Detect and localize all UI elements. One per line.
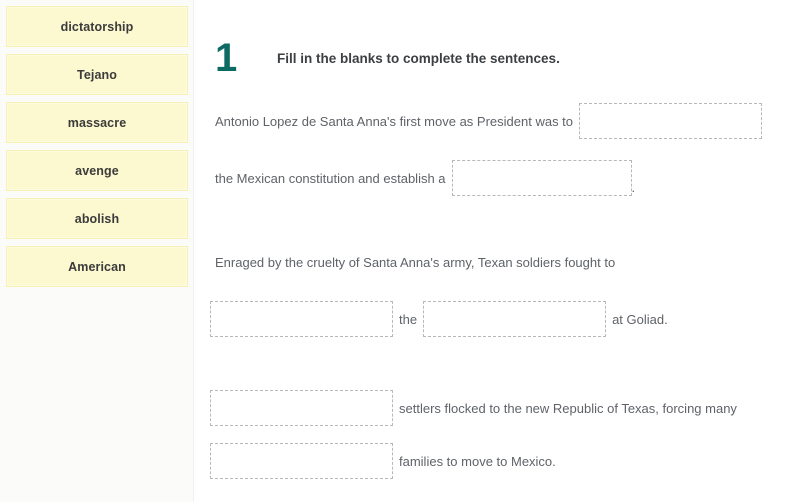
question-content-pane: 1 Fill in the blanks to complete the sen… [195,0,800,502]
word-tile-label: abolish [74,211,120,226]
blank-input-4[interactable] [423,301,607,337]
word-tile-abolish[interactable]: abolish [6,198,188,239]
sentence-1-line-1: Antonio Lopez de Santa Anna's first move… [215,103,763,139]
word-tile-label: American [68,259,126,274]
sentence-text-2: the Mexican constitution and establish a [215,170,446,186]
question-header: 1 Fill in the blanks to complete the sen… [215,38,560,78]
blank-input-1[interactable] [579,103,763,139]
sentence-3-line-2: families to move to Mexico. [210,443,556,479]
sentence-text-1: Antonio Lopez de Santa Anna's first move… [215,113,574,129]
sentence-2-line-1: Enraged by the cruelty of Santa Anna's a… [215,256,615,269]
question-prompt: Fill in the blanks to complete the sente… [277,50,560,66]
word-tile-label: avenge [75,163,119,178]
sentence-1-line-2: the Mexican constitution and establish a… [215,160,635,196]
word-bank-panel: dictatorship Tejano massacre avenge abol… [0,0,194,502]
word-tile-avenge[interactable]: avenge [6,150,188,191]
sentence-text-4a: the [399,311,418,327]
word-tile-label: dictatorship [60,19,134,34]
sentence-2-line-2: the at Goliad. [210,301,668,337]
blank-input-6[interactable] [210,443,393,479]
sentence-3-line-1: settlers flocked to the new Republic of … [210,390,737,426]
word-tile-tejano[interactable]: Tejano [6,54,188,95]
sentence-text-6: families to move to Mexico. [399,453,556,469]
blank-input-2[interactable] [451,160,632,196]
sentence-period-2: . [631,180,636,195]
word-tile-american[interactable]: American [6,246,188,287]
sentence-text-4b: at Goliad. [612,311,668,327]
word-tile-dictatorship[interactable]: dictatorship [6,6,188,47]
sentence-text-5: settlers flocked to the new Republic of … [399,400,737,416]
sentence-text-3: Enraged by the cruelty of Santa Anna's a… [215,255,616,270]
word-tile-massacre[interactable]: massacre [6,102,188,143]
question-number: 1 [215,36,238,80]
word-tile-label: Tejano [77,67,117,82]
blank-input-3[interactable] [210,301,393,337]
blank-input-5[interactable] [210,390,393,426]
word-tile-label: massacre [67,115,127,130]
